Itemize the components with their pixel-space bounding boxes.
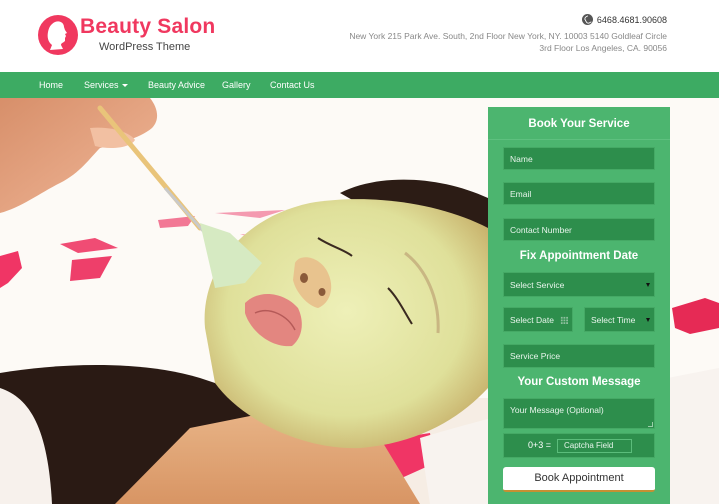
nav-label: Gallery — [222, 80, 251, 90]
captcha-input[interactable]: Captcha Field — [557, 439, 632, 453]
address-line-1: New York 215 Park Ave. South, 2nd Floor … — [349, 31, 667, 41]
captcha-question: 0+3 = — [528, 440, 552, 450]
service-price-placeholder: Service Price — [510, 351, 561, 361]
time-select[interactable]: Select Time — [584, 307, 655, 332]
nav-item-home[interactable]: Home — [39, 72, 63, 98]
name-placeholder: Name — [510, 153, 533, 164]
divider — [488, 139, 670, 140]
email-placeholder: Email — [510, 188, 532, 199]
custom-message-heading: Your Custom Message — [517, 376, 641, 388]
resize-handle-icon[interactable] — [648, 422, 653, 427]
caret-down-icon — [646, 282, 650, 287]
phone-number: 6468.4681.90608 — [596, 14, 667, 25]
message-textarea[interactable]: Your Message (Optional) — [503, 398, 655, 429]
logo[interactable] — [38, 15, 78, 55]
woman-profile-icon — [47, 21, 67, 50]
book-appointment-button[interactable]: Book Appointment — [503, 467, 655, 492]
address: New York 215 Park Ave. South, 2nd Floor … — [349, 30, 667, 54]
nav-label: Beauty Advice — [148, 80, 206, 90]
contact-number-input[interactable]: Contact Number — [503, 218, 655, 241]
date-placeholder: Select Date — [510, 314, 554, 325]
captcha-row: 0+3 = Captcha Field — [503, 433, 655, 458]
chevron-down-icon — [121, 84, 128, 88]
caret-down-icon — [646, 317, 650, 322]
nav-item-beauty-advice[interactable]: Beauty Advice — [148, 72, 205, 98]
nav-item-services[interactable]: Services — [84, 72, 128, 98]
address-line-2: 3rd Floor Los Angeles, CA. 90056 — [539, 43, 667, 53]
nav-label: Home — [39, 80, 64, 90]
brand-title[interactable]: Beauty Salon — [80, 15, 215, 39]
service-select[interactable]: Select Service — [503, 272, 655, 297]
nav-item-gallery[interactable]: Gallery — [222, 72, 251, 98]
phone-contact: 6468.4681.90608 — [581, 14, 667, 25]
site-header: Beauty Salon WordPress Theme 6468.4681.9… — [0, 0, 719, 72]
date-input[interactable]: Select Date — [503, 307, 573, 332]
message-placeholder: Your Message (Optional) — [510, 405, 604, 415]
phone-icon — [581, 14, 593, 25]
appointment-date-heading: Fix Appointment Date — [519, 250, 639, 262]
nav-label: Contact Us — [270, 80, 315, 90]
service-select-value: Select Service — [510, 279, 565, 290]
service-price-input[interactable]: Service Price — [503, 344, 655, 368]
captcha-placeholder: Captcha Field — [564, 441, 614, 450]
booking-form: Book Your Service Name Email Contact Num… — [488, 107, 670, 504]
nav-label: Services — [84, 80, 119, 90]
name-input[interactable]: Name — [503, 147, 655, 170]
nav-item-contact-us[interactable]: Contact Us — [270, 72, 315, 98]
booking-form-title: Book Your Service — [528, 118, 630, 130]
time-select-value: Select Time — [591, 314, 636, 325]
main-navigation: Home Services Beauty Advice Gallery Cont… — [0, 72, 719, 98]
contact-number-placeholder: Contact Number — [510, 224, 572, 235]
calendar-icon[interactable] — [560, 315, 568, 324]
email-input[interactable]: Email — [503, 182, 655, 205]
brand-subtitle: WordPress Theme — [99, 41, 191, 53]
